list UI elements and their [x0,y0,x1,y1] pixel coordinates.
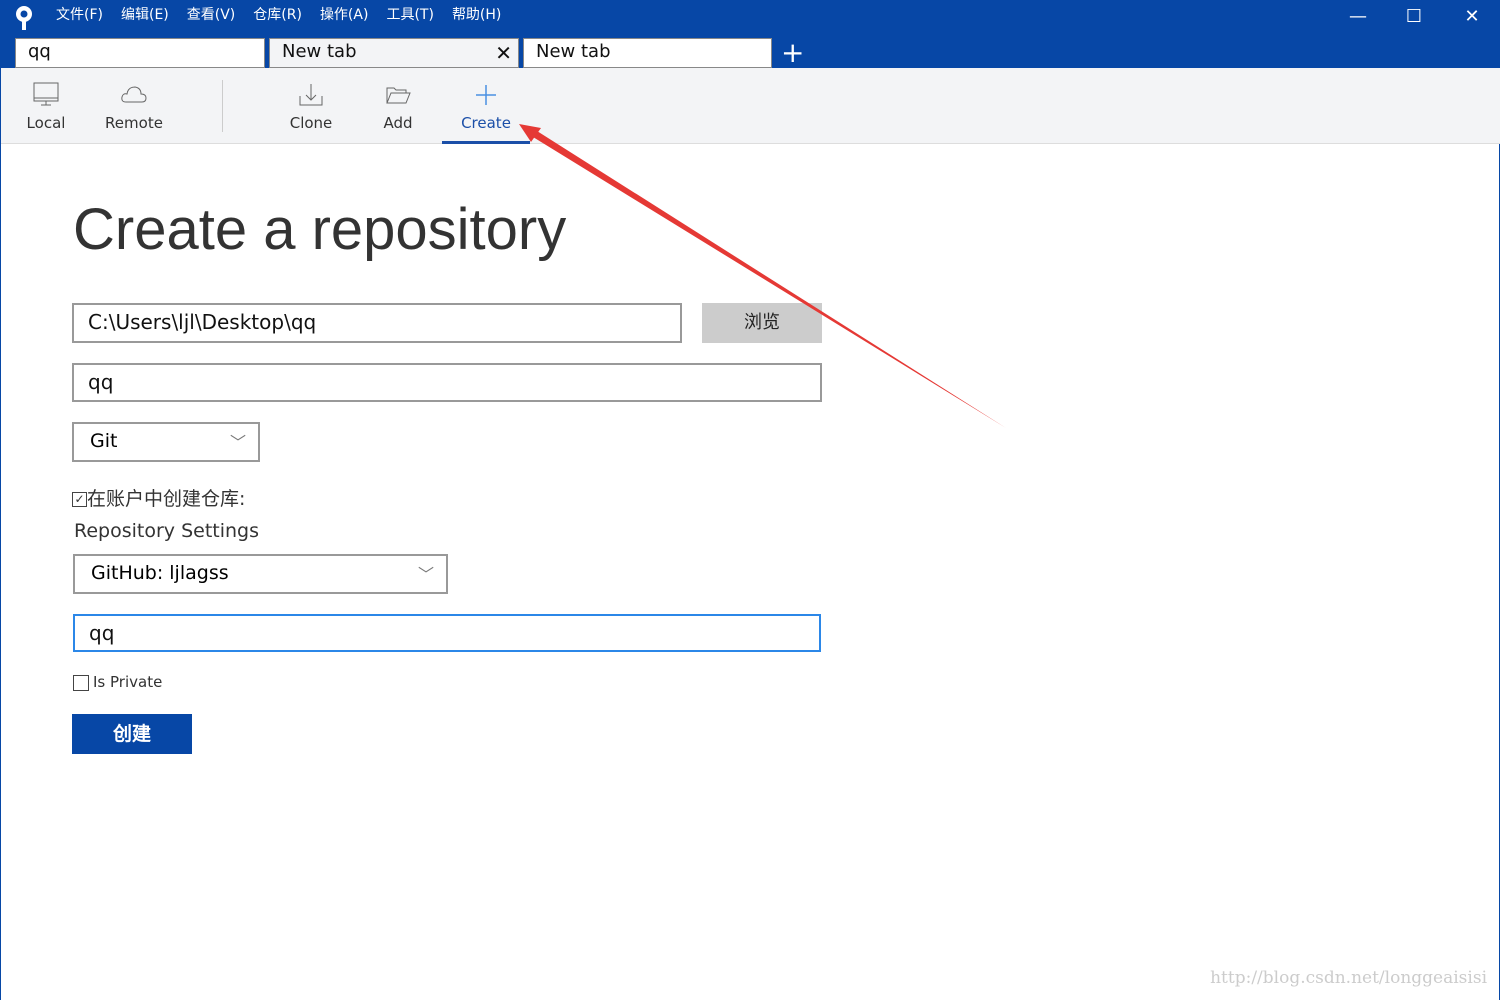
tab-label: qq [28,41,51,62]
close-tab-icon[interactable]: ✕ [495,41,512,65]
menu-bar: 文件(F) 编辑(E) 查看(V) 仓库(R) 操作(A) 工具(T) 帮助(H… [56,4,501,24]
vcs-value: Git [90,430,118,452]
add-button[interactable]: Add [371,68,425,144]
download-icon [299,84,323,106]
repository-settings-label: Repository Settings [74,520,259,542]
remote-button[interactable]: Remote [99,68,169,144]
clone-label: Clone [289,114,333,132]
browse-button[interactable]: 浏览 [702,303,822,343]
tab-new-active[interactable]: New tab ✕ [269,38,519,68]
watermark: http://blog.csdn.net/longgeaisisi [1210,968,1487,988]
maximize-button[interactable]: ☐ [1399,6,1429,27]
vcs-type-select[interactable]: Git ﹀ [72,422,260,462]
minimize-button[interactable]: — [1343,6,1373,27]
local-button[interactable]: Local [11,68,81,144]
page-title: Create a repository [73,197,567,262]
menu-tools[interactable]: 工具(T) [386,4,433,24]
local-label: Local [26,114,66,132]
checkbox-unchecked-icon[interactable] [73,674,89,691]
monitor-icon [33,82,59,106]
toolbar-divider [222,80,223,132]
cloud-icon [121,86,147,103]
create-in-account-checkbox[interactable]: ✓ 在账户中创建仓库: [72,484,245,511]
add-tab-icon[interactable]: + [781,36,804,69]
menu-edit[interactable]: 编辑(E) [121,4,169,24]
tab-qq[interactable]: qq [15,38,265,68]
create-in-account-label: 在账户中创建仓库: [87,488,246,510]
chevron-down-icon: ﹀ [229,433,246,452]
create-button[interactable]: 创建 [72,714,192,754]
is-private-checkbox[interactable]: Is Private [73,673,162,691]
is-private-label: Is Private [93,673,163,691]
destination-path-input[interactable]: C:\Users\ljl\Desktop\qq [72,303,682,343]
menu-help[interactable]: 帮助(H) [452,4,501,24]
clone-button[interactable]: Clone [281,68,341,144]
menu-actions[interactable]: 操作(A) [320,4,369,24]
create-tab-button[interactable]: Create [442,68,530,144]
tab-label: New tab [536,41,611,62]
title-bar: 文件(F) 编辑(E) 查看(V) 仓库(R) 操作(A) 工具(T) 帮助(H… [1,0,1500,69]
sourcetree-logo-icon [16,6,32,30]
chevron-down-icon: ﹀ [417,565,434,584]
create-label: Create [461,114,511,132]
remote-label: Remote [105,114,163,132]
tab-label: New tab [282,41,357,62]
checkbox-checked-icon[interactable]: ✓ [72,492,87,507]
account-select[interactable]: GitHub: ljlagss ﹀ [73,554,448,594]
account-value: GitHub: ljlagss [91,562,229,584]
menu-file[interactable]: 文件(F) [56,4,103,24]
remote-repository-name-input[interactable]: qq [73,614,821,652]
toolbar: Local Remote Clone Add Create [1,68,1500,144]
repository-name-input[interactable]: qq [72,363,822,402]
menu-repository[interactable]: 仓库(R) [253,4,302,24]
close-window-button[interactable]: ✕ [1457,6,1487,27]
plus-icon [476,85,496,105]
tab-new[interactable]: New tab [523,38,772,68]
menu-view[interactable]: 查看(V) [187,4,236,24]
add-label: Add [383,114,413,132]
folder-open-icon [386,87,411,104]
